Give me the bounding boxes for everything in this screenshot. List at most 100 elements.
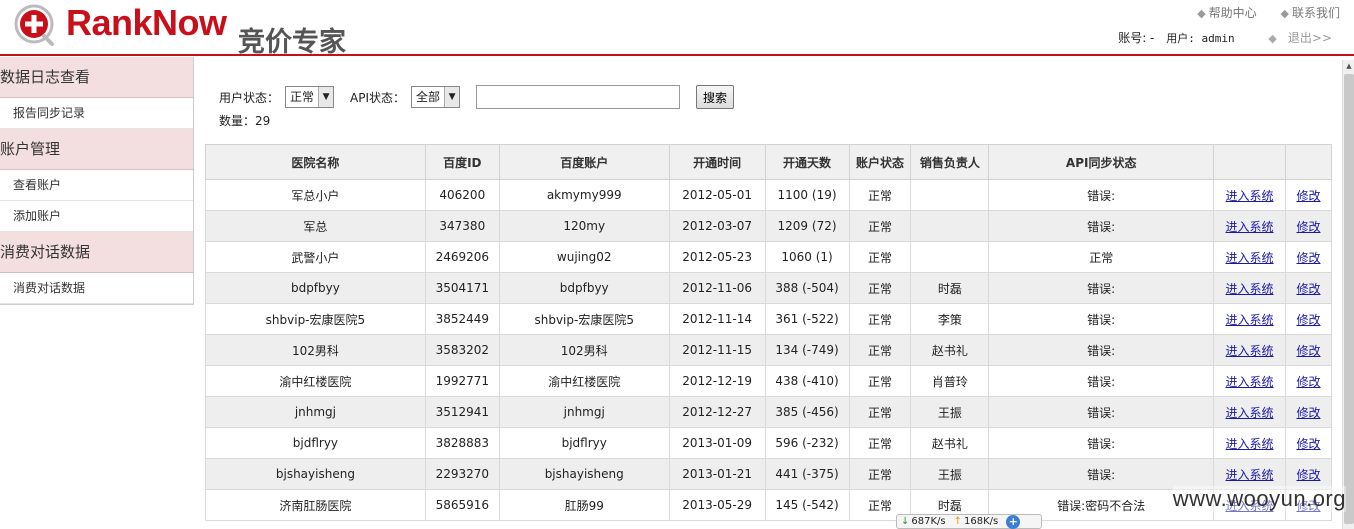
api-status-value: 全部	[416, 90, 441, 104]
cell-enter: 进入系统	[1213, 241, 1286, 273]
col-api-sync-status: API同步状态	[988, 144, 1215, 180]
cell-account-status: 正常	[848, 179, 912, 211]
top-links: ◆ 帮助中心 ◆ 联系我们	[1177, 4, 1340, 21]
cell-account-status: 正常	[848, 334, 912, 366]
enter-system-link[interactable]: 进入系统	[1226, 468, 1274, 482]
edit-link[interactable]: 修改	[1296, 406, 1320, 420]
user-status-value: 正常	[290, 90, 315, 104]
cell-baidu-account: 102男科	[498, 334, 670, 366]
cell-edit: 修改	[1284, 241, 1333, 273]
edit-link[interactable]: 修改	[1296, 375, 1320, 389]
cell-open-date: 2012-05-23	[668, 241, 766, 273]
cell-open-date: 2012-11-15	[668, 334, 766, 366]
col-open-days: 开通天数	[764, 144, 850, 180]
cell-hospital-name: shbvip-宏康医院5	[205, 303, 426, 335]
enter-system-link[interactable]: 进入系统	[1226, 406, 1274, 420]
sidebar-group-data-log[interactable]: 数据日志查看	[0, 57, 193, 98]
enter-system-link[interactable]: 进入系统	[1226, 344, 1274, 358]
cell-account-status: 正常	[848, 458, 912, 490]
sidebar-item-view-accounts[interactable]: 查看账户	[0, 170, 193, 201]
cell-open-days: 385 (-456)	[764, 396, 850, 428]
enter-system-link[interactable]: 进入系统	[1226, 251, 1274, 265]
cell-sales-owner: 赵书礼	[910, 334, 990, 366]
cell-enter: 进入系统	[1213, 272, 1286, 304]
cell-baidu-account: 渝中红楼医院	[498, 365, 670, 397]
cell-open-days: 1060 (1)	[764, 241, 850, 273]
ranknow-logo-icon	[14, 4, 54, 46]
cell-baidu-id: 406200	[424, 179, 500, 211]
cell-open-days: 361 (-522)	[764, 303, 850, 335]
help-link[interactable]: ◆ 帮助中心	[1187, 6, 1256, 20]
contact-link-label: 联系我们	[1291, 6, 1340, 20]
add-icon[interactable]: +	[1006, 514, 1021, 529]
cell-baidu-id: 2469206	[424, 241, 500, 273]
enter-system-link[interactable]: 进入系统	[1226, 282, 1274, 296]
cell-baidu-account: bjshayisheng	[498, 458, 670, 490]
cell-baidu-id: 3583202	[424, 334, 500, 366]
help-link-label: 帮助中心	[1208, 6, 1257, 20]
sidebar-group-account-mgmt[interactable]: 账户管理	[0, 129, 193, 170]
cell-baidu-id: 1992771	[424, 365, 500, 397]
cell-enter: 进入系统	[1213, 365, 1286, 397]
edit-link[interactable]: 修改	[1296, 251, 1320, 265]
enter-system-link[interactable]: 进入系统	[1226, 220, 1274, 234]
cell-open-days: 134 (-749)	[764, 334, 850, 366]
cell-open-days: 438 (-410)	[764, 365, 850, 397]
cell-open-date: 2012-05-01	[668, 179, 766, 211]
api-status-select[interactable]: 全部 ▼	[411, 86, 461, 108]
table-row: bdpfbyy 3504171 bdpfbyy 2012-11-06 388 (-504…	[205, 272, 1333, 304]
table-row: 济南肛肠医院 5865916 肛肠99 2013-05-29 145 (-542) 正常时…	[205, 489, 1333, 521]
vertical-scrollbar[interactable]: ▲	[1342, 60, 1354, 529]
user-status-select[interactable]: 正常 ▼	[285, 86, 335, 108]
enter-system-link[interactable]: 进入系统	[1226, 189, 1274, 203]
diamond-icon: ◆	[1280, 7, 1289, 20]
sidebar-group-consumption[interactable]: 消费对话数据	[0, 232, 193, 273]
cell-api-sync-status: 错误:	[988, 365, 1215, 397]
cell-edit: 修改	[1284, 210, 1333, 242]
cell-open-days: 388 (-504)	[764, 272, 850, 304]
enter-system-link[interactable]: 进入系统	[1226, 313, 1274, 327]
edit-link[interactable]: 修改	[1296, 313, 1320, 327]
cell-open-days: 441 (-375)	[764, 458, 850, 490]
sidebar-item-consumption-data[interactable]: 消费对话数据	[0, 273, 193, 304]
sidebar-item-report-sync[interactable]: 报告同步记录	[0, 98, 193, 129]
download-arrow-icon: ↓	[901, 516, 910, 527]
api-status-label: API状态：	[350, 90, 406, 105]
search-input[interactable]	[476, 85, 681, 109]
cell-sales-owner: 赵书礼	[910, 427, 990, 459]
edit-link[interactable]: 修改	[1296, 468, 1320, 482]
col-sales-owner: 销售负责人	[910, 144, 990, 180]
table-row: 军总 347380 120my 2012-03-07 1209 (72) 正常 错误: 进入系…	[205, 210, 1333, 242]
cell-baidu-account: bdpfbyy	[498, 272, 670, 304]
result-count: 数量：29	[219, 114, 271, 128]
cell-hospital-name: 军总小户	[205, 179, 426, 211]
scroll-thumb[interactable]	[1344, 74, 1354, 524]
account-info: 账号: - 用户: admin ◆ 退出>>	[1110, 29, 1332, 46]
edit-link[interactable]: 修改	[1296, 437, 1320, 451]
enter-system-link[interactable]: 进入系统	[1226, 375, 1274, 389]
sidebar: 数据日志查看 报告同步记录 账户管理 查看账户 添加账户 消费对话数据 消费对话…	[0, 57, 194, 305]
cell-enter: 进入系统	[1213, 334, 1286, 366]
cell-baidu-account: shbvip-宏康医院5	[498, 303, 670, 335]
edit-link[interactable]: 修改	[1296, 220, 1320, 234]
cell-enter: 进入系统	[1213, 396, 1286, 428]
edit-link[interactable]: 修改	[1296, 282, 1320, 296]
col-account-status: 账户状态	[848, 144, 912, 180]
cell-baidu-id: 3852449	[424, 303, 500, 335]
search-button[interactable]: 搜索	[696, 85, 735, 109]
scroll-up-arrow-icon[interactable]: ▲	[1343, 60, 1354, 72]
edit-link[interactable]: 修改	[1296, 344, 1320, 358]
cell-baidu-id: 3512941	[424, 396, 500, 428]
edit-link[interactable]: 修改	[1296, 189, 1320, 203]
cell-open-date: 2012-03-07	[668, 210, 766, 242]
logout-link[interactable]: ◆ 退出>>	[1260, 31, 1332, 45]
sidebar-item-add-account[interactable]: 添加账户	[0, 201, 193, 232]
contact-link[interactable]: ◆ 联系我们	[1271, 6, 1340, 20]
cell-edit: 修改	[1284, 458, 1333, 490]
filter-bar: 用户状态： 正常 ▼ API状态： 全部 ▼ 搜索	[219, 84, 735, 110]
cell-baidu-account: 肛肠99	[498, 489, 670, 521]
cell-sales-owner	[910, 241, 990, 273]
cell-sales-owner: 时磊	[910, 272, 990, 304]
cell-account-status: 正常	[848, 427, 912, 459]
enter-system-link[interactable]: 进入系统	[1226, 437, 1274, 451]
